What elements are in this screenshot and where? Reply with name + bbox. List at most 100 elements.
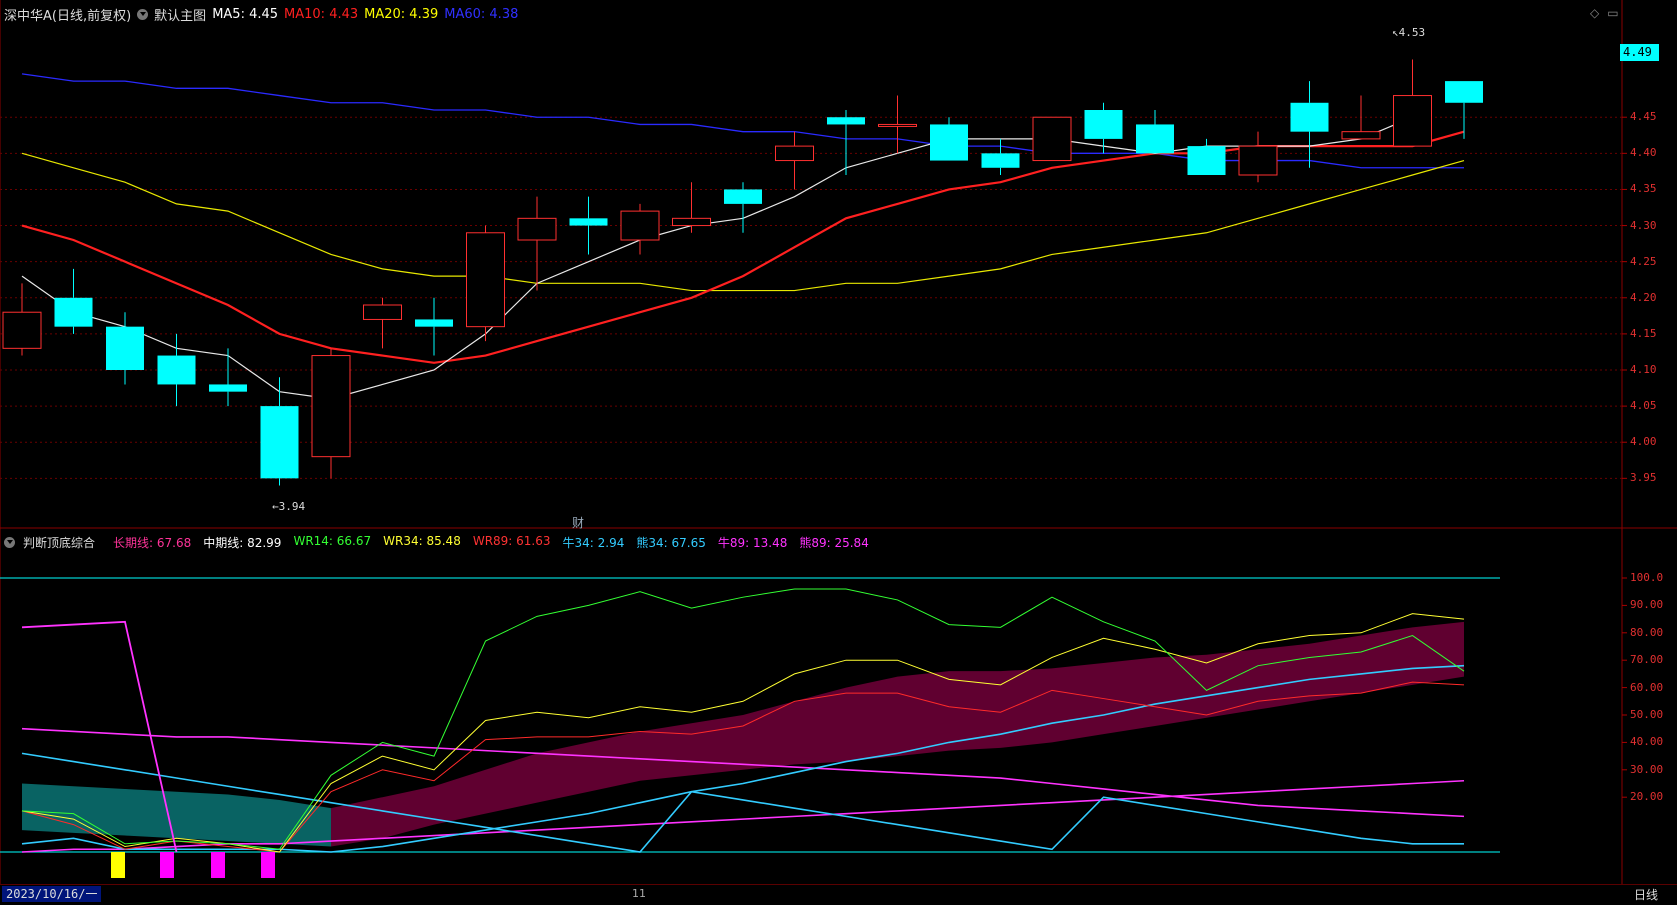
ind-axis-label: 90.00: [1630, 598, 1664, 612]
indicator-value-2: WR14: 66.67: [293, 533, 372, 548]
candle-body-up: [1393, 95, 1432, 147]
candle: [1341, 95, 1381, 140]
candle: [1238, 131, 1278, 183]
candle-body-down: [54, 297, 93, 327]
candle: [878, 95, 917, 154]
finance-marker[interactable]: 财: [572, 514, 584, 531]
candle-body-down: [981, 153, 1020, 168]
indicator-value-0: 长期线: 67.68: [113, 535, 192, 550]
candle-body-down: [157, 355, 196, 385]
window-controls: ◇ ▭: [1590, 6, 1619, 20]
candle-body-up: [775, 145, 814, 162]
price-axis-label: 4.40: [1630, 146, 1657, 160]
candle-body-down: [1084, 110, 1123, 139]
chart-header: 深中华A(日线,前复权) 默认主图 MA5: 4.45 MA10: 4.43 M…: [4, 4, 518, 24]
indicator-value-3: WR34: 85.48: [383, 533, 461, 548]
candle-body-up: [311, 355, 351, 458]
chart-name[interactable]: 默认主图: [154, 5, 206, 24]
candle-body-up: [517, 217, 557, 241]
indicator-value-1: 中期线: 82.99: [203, 535, 282, 550]
diamond-icon[interactable]: ◇: [1590, 6, 1599, 20]
indicator-header: 判断顶底综合 长期线: 67.68 中期线: 82.99 WR14: 66.67 WR…: [4, 532, 869, 552]
candle-body-down: [209, 384, 247, 392]
candle: [1445, 81, 1483, 139]
candle: [775, 131, 814, 190]
indicator-value-5: 牛34: 2.94: [562, 535, 625, 550]
teal-band: [22, 783, 331, 847]
candle: [569, 196, 608, 255]
candle: [672, 182, 711, 233]
candle-body-up: [620, 210, 660, 241]
price-axis-label: 3.95: [1630, 471, 1657, 485]
candle-body-down: [260, 406, 299, 479]
indicator-name[interactable]: 判断顶底综合: [23, 534, 95, 551]
signal-bar: [111, 852, 125, 878]
candle-body-down: [1290, 102, 1329, 132]
price-axis-label: 4.20: [1630, 290, 1657, 304]
candlestick-chart[interactable]: [0, 0, 1677, 530]
maroon-band: [331, 621, 1464, 847]
candle-body-up: [878, 123, 917, 127]
collapse-icon[interactable]: ▭: [1607, 6, 1618, 20]
candle: [981, 138, 1020, 175]
candle-body-down: [415, 319, 453, 327]
ind-axis-label: 50.00: [1630, 708, 1664, 721]
candle-body-up: [1341, 131, 1381, 140]
candle: [620, 203, 660, 255]
time-axis-bar: [0, 884, 1677, 905]
stock-title[interactable]: 深中华A(日线,前复权): [4, 5, 131, 24]
candle-body-down: [724, 189, 762, 204]
indicator-value-7: 牛89: 13.48: [717, 535, 788, 550]
candle: [1290, 81, 1329, 168]
time-tick: 11: [632, 887, 646, 900]
period-label[interactable]: 日线: [1634, 886, 1658, 903]
candle-body-down: [930, 124, 968, 161]
ma10-label: MA10: 4.43: [284, 6, 359, 22]
indicator-chart[interactable]: [0, 530, 1677, 884]
candle-body-up: [2, 311, 42, 349]
low-value: 3.94: [278, 500, 306, 513]
ind-axis-label: 80.00: [1630, 625, 1664, 639]
price-axis-label: 4.30: [1630, 218, 1657, 232]
signal-bar: [211, 852, 225, 878]
indicator-value-6: 熊34: 67.65: [636, 535, 706, 550]
dropdown-icon[interactable]: [137, 8, 149, 20]
ma60-label: MA60: 4.38: [444, 6, 519, 22]
date-label: 2023/10/16/一: [2, 886, 102, 902]
candle-body-up: [1032, 116, 1072, 162]
indicator-dropdown-icon[interactable]: [4, 536, 15, 548]
candle: [1136, 110, 1174, 154]
ma5-label: MA5: 4.45: [212, 6, 279, 22]
ind-axis-label: 40.00: [1630, 735, 1664, 749]
price-axis-label: 4.35: [1630, 182, 1657, 196]
price-axis-label: 4.15: [1630, 326, 1657, 340]
candle: [930, 117, 968, 161]
candle: [363, 297, 402, 349]
signal-bar: [160, 852, 174, 878]
indicator-values: 长期线: 67.68 中期线: 82.99 WR14: 66.67 WR34: 85.…: [113, 534, 869, 551]
candle-body-up: [672, 217, 711, 227]
high-annotation: ↖4.53: [1392, 26, 1426, 39]
price-axis-label: 4.00: [1630, 435, 1657, 449]
high-value: 4.53: [1398, 26, 1426, 39]
candle: [827, 110, 865, 175]
candle: [209, 348, 247, 407]
candle-body-down: [1136, 124, 1174, 154]
candle-body-up: [466, 232, 505, 328]
candle-body-down: [827, 117, 865, 125]
candle: [311, 348, 351, 479]
candle: [1084, 102, 1123, 154]
candle: [2, 283, 42, 356]
price-axis-label: 4.10: [1630, 363, 1657, 376]
ind-axis-label: 100.0: [1630, 571, 1664, 584]
price-axis-label: 4.25: [1630, 254, 1657, 268]
candle-body-down: [1187, 146, 1226, 175]
ma20-label: MA20: 4.39: [364, 6, 439, 22]
candle: [157, 333, 196, 407]
candle: [1187, 138, 1226, 175]
candle-body-up: [1238, 145, 1278, 176]
indicator-value-4: WR89: 61.63: [472, 533, 551, 548]
ind-axis-label: 30.00: [1630, 762, 1664, 776]
current-price-tag: 4.49: [1620, 44, 1659, 61]
candle-body-up: [363, 304, 402, 320]
